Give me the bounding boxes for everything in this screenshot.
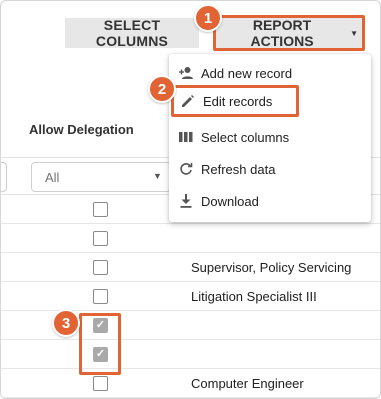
caret-down-icon: ▼ [153,171,162,181]
table-row [1,224,380,253]
check-icon: ✓ [95,348,106,360]
callout-badge-2: 2 [148,75,176,103]
menu-item-label: Select columns [201,129,290,145]
delegation-checkbox-checked[interactable]: ✓ [93,318,108,333]
delegation-checkbox[interactable] [93,376,108,391]
delegation-checkbox[interactable] [93,289,108,304]
callout-badge-3: 3 [52,309,80,337]
select-columns-label: SELECT COLUMNS [95,17,169,49]
delegation-checkbox[interactable] [93,202,108,217]
report-actions-button[interactable]: REPORT ACTIONS ▼ [213,15,365,51]
callout-badge-1: 1 [194,4,222,32]
check-icon: ✓ [95,319,106,331]
menu-item-label: Edit records [203,93,273,109]
menu-item-label: Refresh data [201,161,276,177]
row-title-cell: Computer Engineer [191,376,304,391]
allow-delegation-filter-select[interactable]: All [31,162,171,192]
report-panel: SELECT COLUMNS REPORT ACTIONS ▼ Allow De… [0,0,381,399]
table-row: ✓ [1,340,380,369]
row-title-cell: Supervisor, Policy Servicing [191,260,352,275]
menu-item-select-columns[interactable]: Select columns [169,121,371,153]
caret-down-icon: ▼ [350,28,358,38]
menu-item-download[interactable]: Download [169,185,371,217]
refresh-icon [178,161,194,177]
delegation-checkbox[interactable] [93,231,108,246]
table-row: Litigation Specialist III [1,282,380,311]
column-header-allow-delegation: Allow Delegation [29,122,134,137]
filter-value: All [45,169,60,185]
columns-icon [178,129,194,145]
table-row: Supervisor, Policy Servicing [1,253,380,282]
delegation-checkbox[interactable] [93,260,108,275]
select-columns-button[interactable]: SELECT COLUMNS [65,17,199,49]
menu-item-label: Add new record [201,65,293,81]
download-icon [178,193,194,209]
report-actions-label: REPORT ACTIONS [250,17,314,49]
menu-item-refresh-data[interactable]: Refresh data [169,153,371,185]
report-actions-menu: Add new record Edit records Select colum… [169,54,371,222]
menu-item-label: Download [201,193,259,209]
delegation-checkbox-checked[interactable]: ✓ [93,347,108,362]
table-row: Computer Engineer [1,369,380,398]
add-person-icon [178,65,194,81]
filter-input-previous-column[interactable] [1,162,7,192]
menu-item-edit-records[interactable]: Edit records [171,85,299,117]
row-title-cell: Litigation Specialist III [191,289,317,304]
pencil-icon [180,93,196,109]
table-body: Supervisor, Policy Servicing Litigation … [1,195,380,398]
